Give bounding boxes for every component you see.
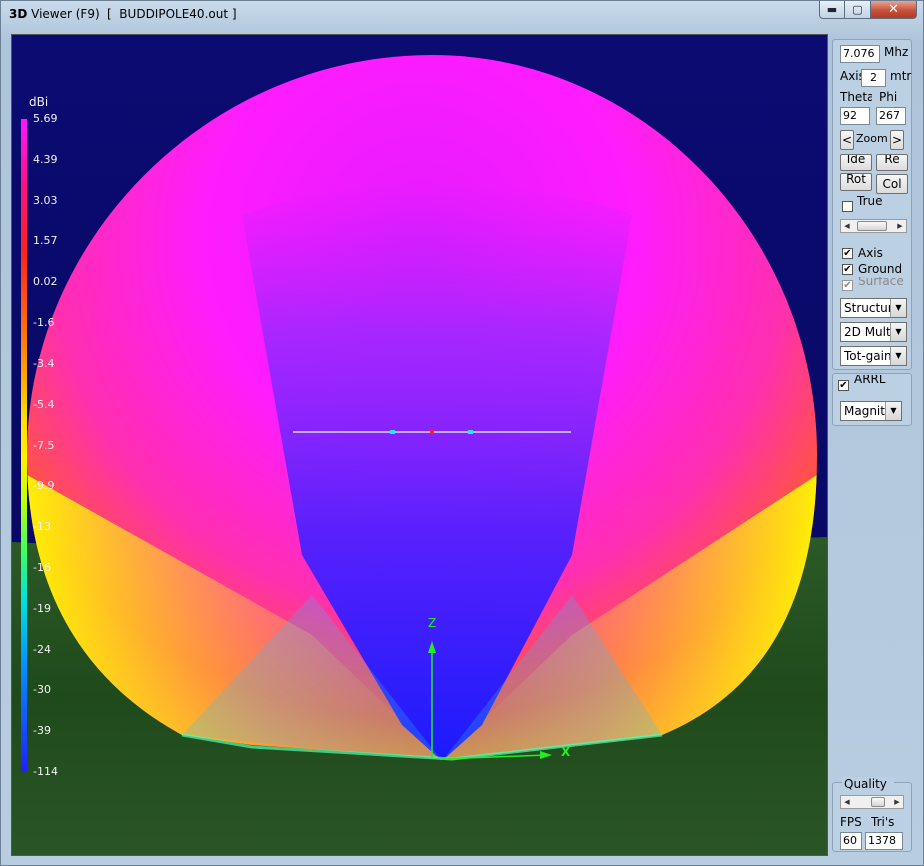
ground-checkbox[interactable]: ✔	[842, 264, 853, 275]
legend-tick: 4.39	[33, 152, 58, 166]
legend-tick: 1.57	[33, 234, 58, 248]
legend-tick: -24	[33, 642, 51, 656]
3d-viewport[interactable]: Z X dBi 5.69 4.39 3.03 1.57 0.02 -1.6 -3.4 -5.4…	[11, 34, 828, 856]
maximize-icon: ▢	[852, 3, 863, 16]
mode-select[interactable]: 2D Mult ▼	[840, 322, 907, 342]
legend-tick: -9.9	[33, 479, 55, 493]
phi-label: Phi	[879, 90, 898, 104]
tris-label: Tri's	[871, 815, 895, 829]
view-slider[interactable]: ◀ ▶	[840, 219, 907, 233]
gain-select[interactable]: Tot-gain ▼	[840, 346, 907, 366]
zoom-out-button[interactable]: <	[840, 130, 854, 150]
axis-checkbox-label: Axis	[858, 246, 883, 260]
color-button[interactable]: Col	[876, 174, 908, 194]
caption-buttons: ▬ ▢ ✕	[819, 1, 917, 21]
legend-tick: -19	[33, 601, 51, 615]
slider-left-arrow[interactable]: ◀	[841, 796, 853, 808]
control-panel: 7.076 Mhz Axis 2 mtr Theta Phi 92 267 < …	[827, 34, 924, 854]
slider-thumb[interactable]	[871, 797, 885, 807]
legend-tick: -39	[33, 724, 51, 738]
zoom-label: Zoom	[856, 132, 888, 145]
title-bar[interactable]: 3D Viewer (F9) [ BUDDIPOLE40.out ] ▬ ▢ ✕	[1, 1, 923, 31]
legend-tick: -7.5	[33, 438, 55, 452]
maximize-button[interactable]: ▢	[845, 1, 871, 19]
ide-button[interactable]: Ide	[840, 154, 872, 171]
fps-label: FPS	[840, 815, 862, 829]
axis-length-label: Axis	[840, 69, 862, 83]
ground-checkbox-label: Ground	[858, 262, 903, 276]
phi-field[interactable]: 267	[876, 107, 906, 125]
x-axis-label: X	[561, 745, 571, 759]
slider-right-arrow[interactable]: ▶	[894, 220, 906, 232]
quality-slider[interactable]: ◀ ▶	[840, 795, 904, 809]
tris-field: 1378	[865, 832, 903, 850]
slider-right-arrow[interactable]: ▶	[891, 796, 903, 808]
arrl-group: ✔ ARRL Magnit ▼	[832, 373, 912, 426]
axis-checkbox[interactable]: ✔	[842, 248, 853, 259]
viewer-window: 3D Viewer (F9) [ BUDDIPOLE40.out ] ▬ ▢ ✕	[0, 0, 924, 866]
axis-length-unit: mtr	[890, 69, 912, 83]
legend-tick: -30	[33, 683, 51, 697]
arrl-label: ARRL	[854, 375, 886, 386]
legend-tick: -3.4	[33, 356, 55, 370]
zoom-in-button[interactable]: >	[890, 130, 904, 150]
frequency-field[interactable]: 7.076	[840, 45, 880, 63]
true-checkbox[interactable]	[842, 201, 853, 212]
re-button[interactable]: Re	[876, 154, 908, 171]
minimize-icon: ▬	[826, 3, 838, 16]
legend-tick: 3.03	[33, 193, 58, 207]
rot-button[interactable]: Rot	[840, 173, 872, 191]
legend-tick: 0.02	[33, 275, 58, 289]
fps-field: 60	[840, 832, 862, 850]
close-icon: ✕	[888, 2, 899, 17]
frequency-unit: Mhz	[884, 45, 909, 59]
quality-group: Quality ◀ ▶ FPS Tri's 60 1378	[832, 777, 912, 852]
quality-label: Quality	[842, 777, 894, 791]
theta-field[interactable]: 92	[840, 107, 870, 125]
true-label: True	[857, 194, 883, 205]
chevron-down-icon: ▼	[890, 347, 906, 365]
slider-left-arrow[interactable]: ◀	[841, 220, 853, 232]
legend-tick: -13	[33, 520, 51, 534]
chevron-down-icon: ▼	[890, 299, 906, 317]
legend-tick: 5.69	[33, 112, 58, 125]
legend-tick: -1.6	[33, 316, 55, 330]
view-controls-group: 7.076 Mhz Axis 2 mtr Theta Phi 92 267 < …	[832, 39, 912, 370]
arrl-checkbox[interactable]: ✔	[838, 380, 849, 391]
axis-length-field[interactable]: 2	[861, 69, 886, 87]
slider-thumb[interactable]	[857, 221, 887, 231]
legend-unit: dBi	[29, 95, 49, 109]
window-title: 3D Viewer (F9)	[9, 7, 100, 21]
chevron-down-icon: ▼	[890, 323, 906, 341]
legend-tick: -114	[33, 765, 58, 778]
surface-checkbox[interactable]: ✔	[842, 280, 853, 291]
legend-tick: -5.4	[33, 397, 55, 411]
file-title: [ BUDDIPOLE40.out ]	[107, 7, 237, 21]
structure-select[interactable]: Structure ▼	[840, 298, 907, 318]
magnitude-select[interactable]: Magnit ▼	[840, 401, 902, 421]
legend-color-bar	[21, 119, 27, 771]
legend-tick: -16	[33, 560, 51, 574]
z-axis-label: Z	[428, 616, 437, 630]
radiation-pattern-scene	[12, 35, 827, 855]
close-button[interactable]: ✕	[871, 1, 917, 19]
minimize-button[interactable]: ▬	[819, 1, 845, 19]
surface-checkbox-label: Surface	[858, 277, 904, 287]
theta-label: Theta	[840, 90, 872, 104]
chevron-down-icon: ▼	[885, 402, 901, 420]
